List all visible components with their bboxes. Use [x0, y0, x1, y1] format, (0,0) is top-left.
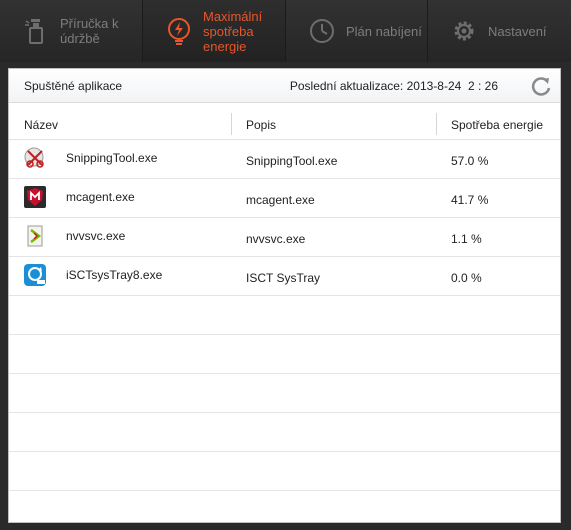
top-navigation-bar: Příručka k údržbě Maximální spotřeba ene… — [0, 0, 571, 62]
table-row[interactable]: iSCTsysTray8.exe ISCT SysTray 0.0 % — [9, 257, 560, 296]
empty-row — [9, 296, 560, 335]
app-name: mcagent.exe — [66, 190, 135, 204]
app-name: SnippingTool.exe — [66, 151, 158, 165]
tab-charging-schedule[interactable]: Plán nabíjení — [286, 0, 428, 62]
empty-row — [9, 491, 560, 522]
table-row[interactable]: mcagent.exe mcagent.exe 41.7 % — [9, 179, 560, 218]
tab-maintenance-guide[interactable]: Příručka k údržbě — [0, 0, 143, 62]
app-energy: 57.0 % — [451, 154, 489, 168]
empty-row — [9, 452, 560, 491]
tab-label: Nastavení — [488, 24, 547, 39]
tab-label: Maximální spotřeba energie — [203, 9, 262, 54]
app-description: SnippingTool.exe — [246, 154, 338, 168]
column-divider — [436, 113, 437, 135]
empty-row — [9, 374, 560, 413]
clock-icon — [310, 19, 334, 43]
last-update: Poslední aktualizace: 2013-8-24 2 : 26 — [290, 79, 498, 93]
app-name: nvvsvc.exe — [66, 229, 126, 243]
gear-icon — [454, 21, 474, 41]
panel-title: Spuštěné aplikace — [24, 79, 123, 93]
app-energy: 41.7 % — [451, 193, 489, 207]
table-row[interactable]: SnippingTool.exe SnippingTool.exe 57.0 % — [9, 140, 560, 179]
tab-label-line: spotřeba — [203, 23, 254, 39]
running-apps-panel: Spuštěné aplikace Poslední aktualizace: … — [8, 68, 561, 523]
tab-label-line: energie — [203, 38, 247, 54]
column-header-name[interactable]: Název — [24, 118, 58, 132]
app-name: iSCTsysTray8.exe — [66, 268, 163, 282]
app-energy: 0.0 % — [451, 271, 482, 285]
tab-label-line: Plán nabíjení — [346, 23, 422, 39]
refresh-icon[interactable] — [530, 75, 552, 97]
intel-isct-icon — [24, 264, 46, 286]
table-row[interactable]: nvvsvc.exe nvvsvc.exe 1.1 % — [9, 218, 560, 257]
tab-label-line: údržbě — [60, 31, 100, 46]
mcafee-shield-icon — [24, 186, 46, 208]
power-bulb-icon — [168, 18, 190, 45]
tab-label: Příručka k údržbě — [60, 16, 119, 46]
empty-row — [9, 335, 560, 374]
tab-settings[interactable]: Nastavení — [428, 0, 571, 62]
app-description: ISCT SysTray — [246, 271, 321, 285]
nvidia-app-icon — [27, 225, 43, 247]
last-update-label: Poslední aktualizace: — [289, 79, 404, 93]
tab-label-line: Příručka k — [60, 16, 119, 31]
tab-label-line: Nastavení — [488, 23, 547, 39]
app-energy: 1.1 % — [451, 232, 482, 246]
tab-label-line: Maximální — [203, 8, 263, 24]
tab-label: Plán nabíjení — [346, 24, 422, 39]
empty-row — [9, 413, 560, 452]
app-description: nvvsvc.exe — [246, 232, 306, 246]
column-header-energy[interactable]: Spotřeba energie — [451, 118, 543, 132]
last-update-value: 2013-8-24 2 : 26 — [406, 79, 498, 93]
snipping-tool-icon — [24, 147, 44, 168]
spray-bottle-icon — [25, 19, 43, 44]
tab-max-energy-consumption[interactable]: Maximální spotřeba energie — [143, 0, 286, 62]
column-header-description[interactable]: Popis — [246, 118, 276, 132]
table-header: Název Popis Spotřeba energie — [9, 103, 560, 140]
column-divider — [231, 113, 232, 135]
app-description: mcagent.exe — [246, 193, 315, 207]
panel-header: Spuštěné aplikace Poslední aktualizace: … — [9, 69, 560, 103]
